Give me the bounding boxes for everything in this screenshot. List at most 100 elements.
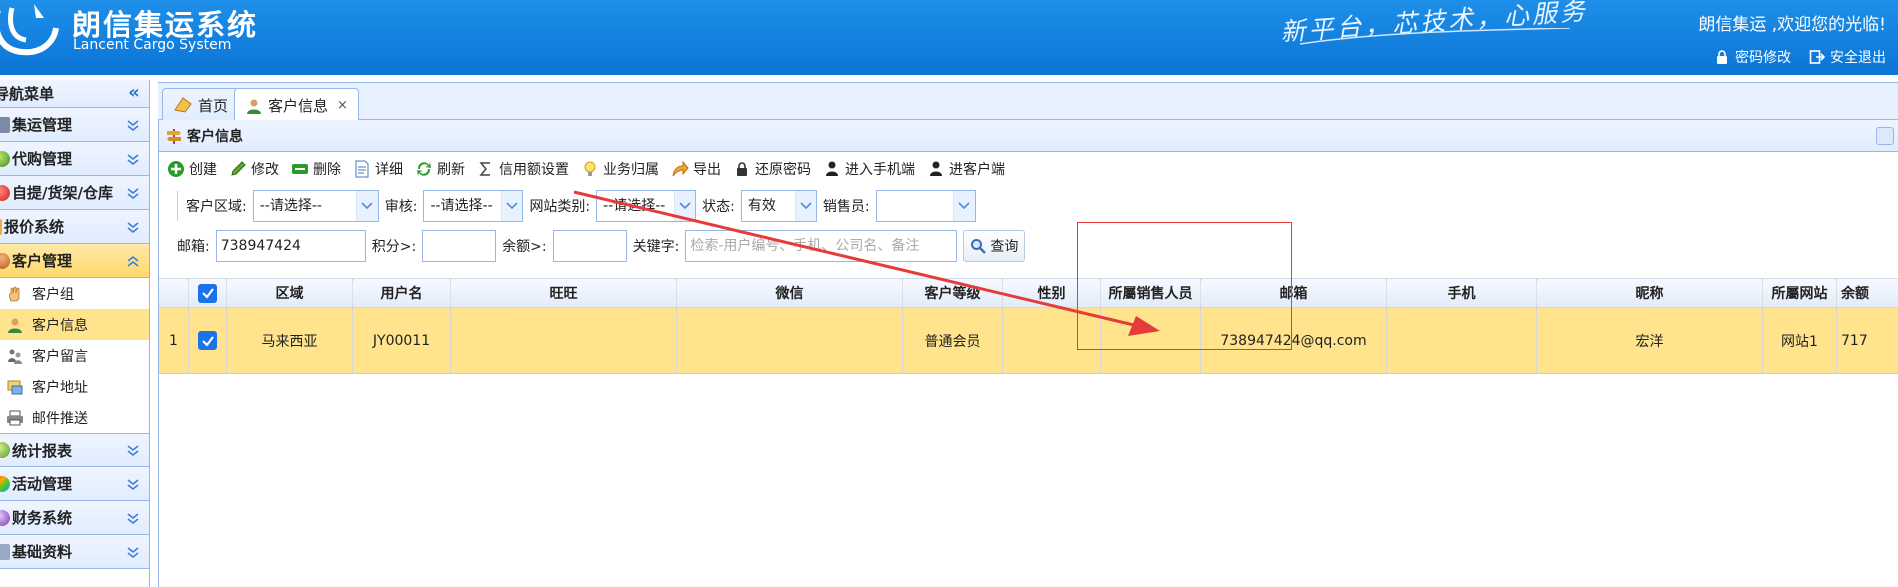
chevron-down-icon xyxy=(127,478,139,490)
chart-icon xyxy=(0,442,10,458)
chevron-down-icon xyxy=(127,153,139,165)
toolbar: 创建 修改 删除 详细 刷新 信用额设置 业务归属 导出 还原密码 进入手机端 … xyxy=(159,152,1898,186)
sidebar-item-label: 邮件推送 xyxy=(32,410,88,427)
menu-group-pickup-warehouse[interactable]: 自提/货架/仓库 xyxy=(0,176,149,210)
signpost-icon xyxy=(167,128,181,144)
column-header-site[interactable]: 所屬网站 xyxy=(1763,279,1837,307)
users-icon xyxy=(0,252,10,269)
chevron-down-icon xyxy=(500,191,523,221)
sidebar-item-customer-message[interactable]: 客户留言 xyxy=(0,340,149,371)
column-header-balance[interactable]: 余额 xyxy=(1837,279,1898,307)
sidebar-item-label: 客户留言 xyxy=(32,348,88,365)
enter-mobile-button[interactable]: 进入手机端 xyxy=(823,159,915,179)
credit-limit-button[interactable]: 信用额设置 xyxy=(477,159,569,179)
enter-client-button[interactable]: 进客户端 xyxy=(927,159,1005,179)
menu-group-label: 报价系统 xyxy=(4,218,65,236)
double-chevron-left-icon[interactable]: « xyxy=(125,83,143,103)
column-header-salesperson[interactable]: 所屬销售人员 xyxy=(1101,279,1201,307)
site-type-select[interactable]: --请选择-- xyxy=(596,190,697,222)
logout-link[interactable]: 安全退出 xyxy=(1809,47,1886,67)
menu-group-reports[interactable]: 统计报表 xyxy=(0,433,149,467)
chevron-up-icon xyxy=(127,255,139,267)
email-filter-input[interactable] xyxy=(215,230,366,262)
menu-group-label: 自提/货架/仓库 xyxy=(12,184,113,202)
tab-label: 首页 xyxy=(198,96,229,115)
points-label: 积分>: xyxy=(371,239,417,255)
sidebar-item-customer-group[interactable]: 客户组 xyxy=(0,278,149,309)
delete-button[interactable]: 删除 xyxy=(291,159,341,179)
cell-salesperson xyxy=(1101,308,1201,373)
column-header-wechat[interactable]: 微信 xyxy=(677,279,903,307)
change-password-link[interactable]: 密码修改 xyxy=(1714,47,1791,67)
audit-select-value: --请选择-- xyxy=(430,198,493,214)
sidebar-item-label: 客户地址 xyxy=(32,379,88,396)
column-header-nickname[interactable]: 昵称 xyxy=(1537,279,1763,307)
globe-icon xyxy=(0,150,10,167)
status-select[interactable]: 有效 xyxy=(740,190,817,222)
search-button-label: 查询 xyxy=(990,239,1019,255)
collapse-panel-button[interactable] xyxy=(1876,127,1894,145)
message-icon xyxy=(8,349,22,364)
export-button[interactable]: 导出 xyxy=(671,159,721,179)
rainbow-icon xyxy=(0,475,10,492)
table-row[interactable]: 1 马来西亚 JY00011 普通会员 738947424@qq.com 宏洋 … xyxy=(159,308,1898,374)
cell-email: 738947424@qq.com xyxy=(1201,308,1387,373)
tab-home[interactable]: 首页 xyxy=(162,88,240,121)
menu-group-label: 客户管理 xyxy=(12,252,73,270)
keyword-label: 关键字: xyxy=(632,239,680,255)
cell-wangwang xyxy=(451,308,677,373)
tab-customer-info[interactable]: 客户信息 × xyxy=(234,88,359,122)
email-label: 邮箱: xyxy=(177,239,210,255)
column-header-email[interactable]: 邮箱 xyxy=(1201,279,1387,307)
sidebar-item-email-push[interactable]: 邮件推送 xyxy=(0,402,149,433)
menu-group-customer[interactable]: 客户管理 xyxy=(0,244,149,278)
column-header-wangwang[interactable]: 旺旺 xyxy=(451,279,677,307)
search-button[interactable]: 查询 xyxy=(963,230,1026,262)
menu-group-quotation[interactable]: 报价系统 xyxy=(0,210,149,244)
menu-group-label: 代购管理 xyxy=(12,150,73,168)
close-icon[interactable]: × xyxy=(337,98,348,113)
welcome-text: 朗信集运 ,欢迎您的光临! xyxy=(1698,15,1886,35)
cell-gender xyxy=(1003,308,1101,373)
column-header-username[interactable]: 用户名 xyxy=(353,279,451,307)
column-header-region[interactable]: 区域 xyxy=(227,279,353,307)
chevron-down-icon xyxy=(127,187,139,199)
keyword-search-input[interactable] xyxy=(685,230,958,262)
row-checkbox[interactable] xyxy=(189,308,227,373)
audit-select[interactable]: --请选择-- xyxy=(423,190,524,222)
chevron-down-icon xyxy=(127,512,139,524)
column-header-gender[interactable]: 性别 xyxy=(1003,279,1101,307)
separator xyxy=(177,191,178,221)
button-label: 详细 xyxy=(375,162,403,178)
detail-button[interactable]: 详细 xyxy=(353,159,403,179)
audit-label: 审核: xyxy=(384,199,418,215)
reset-password-button[interactable]: 还原密码 xyxy=(733,159,811,179)
customer-grid: 区域 用户名 旺旺 微信 客户等级 性别 所屬销售人员 邮箱 手机 昵称 所屬网… xyxy=(159,278,1898,374)
column-header-mobile[interactable]: 手机 xyxy=(1387,279,1537,307)
business-owner-button[interactable]: 业务归属 xyxy=(581,159,659,179)
create-button[interactable]: 创建 xyxy=(167,159,217,179)
tab-bar: 首页 客户信息 × xyxy=(158,82,1898,122)
column-header-customer-level[interactable]: 客户等级 xyxy=(903,279,1003,307)
chevron-down-icon xyxy=(127,546,139,558)
points-filter-input[interactable] xyxy=(422,230,497,262)
balance-filter-input[interactable] xyxy=(552,230,627,262)
menu-group-finance[interactable]: 财务系统 xyxy=(0,501,149,535)
menu-group-base-data[interactable]: 基础资料 xyxy=(0,535,149,569)
menu-group-purchasing[interactable]: 代购管理 xyxy=(0,142,149,176)
sidebar-item-customer-info[interactable]: 客户信息 xyxy=(0,309,149,340)
person-icon xyxy=(930,161,942,176)
sigma-icon xyxy=(479,162,490,176)
sidebar-item-customer-address[interactable]: 客户地址 xyxy=(0,371,149,402)
logout-label: 安全退出 xyxy=(1830,50,1886,66)
edit-button[interactable]: 修改 xyxy=(229,159,279,179)
menu-group-activity[interactable]: 活动管理 xyxy=(0,467,149,501)
region-select[interactable]: --请选择-- xyxy=(252,190,379,222)
cell-wechat xyxy=(677,308,903,373)
refresh-button[interactable]: 刷新 xyxy=(415,159,465,179)
chevron-down-icon xyxy=(127,445,139,457)
sales-select[interactable] xyxy=(875,190,976,222)
menu-group-consolidation[interactable]: 集运管理 xyxy=(0,108,149,142)
select-all-checkbox[interactable] xyxy=(189,279,227,307)
panel-title: 客户信息 xyxy=(187,128,243,145)
